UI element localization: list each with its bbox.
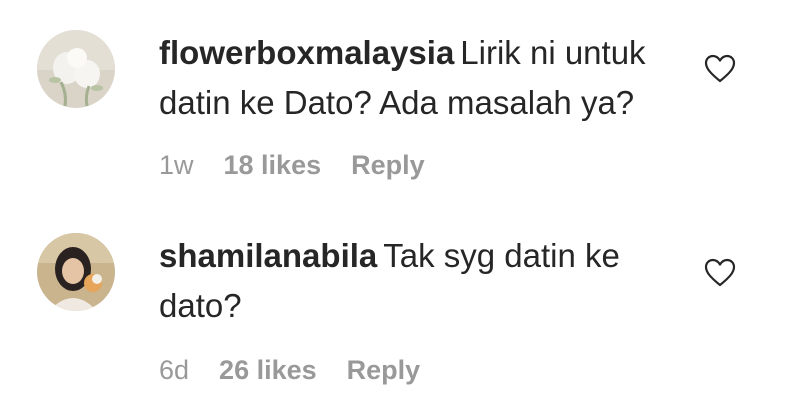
comment-likes[interactable]: 26 likes [219,355,317,386]
comment-text: flowerboxmalaysia Lirik ni untuk datin ke… [159,28,679,128]
comment-time[interactable]: 1w [159,150,194,181]
comment-item: flowerboxmalaysia Lirik ni untuk datin ke… [0,0,800,203]
comment-username[interactable]: shamilanabila [159,237,377,274]
avatar[interactable] [37,233,115,311]
reply-button[interactable]: Reply [347,355,421,386]
heart-outline-icon[interactable] [704,54,736,84]
comment-text: shamilanabila Tak syg datin ke dato? [159,231,679,331]
comment-likes[interactable]: 18 likes [224,150,322,181]
comment-item: shamilanabila Tak syg datin ke dato? 6d 2… [0,203,800,406]
comment-time[interactable]: 6d [159,355,189,386]
flower-avatar-icon [37,30,115,108]
comment-meta: 6d 26 likes Reply [159,355,420,386]
comment-username[interactable]: flowerboxmalaysia [159,34,454,71]
reply-button[interactable]: Reply [351,150,425,181]
heart-outline-icon[interactable] [704,258,736,288]
person-avatar-icon [37,233,115,311]
avatar[interactable] [37,30,115,108]
comment-meta: 1w 18 likes Reply [159,150,425,181]
